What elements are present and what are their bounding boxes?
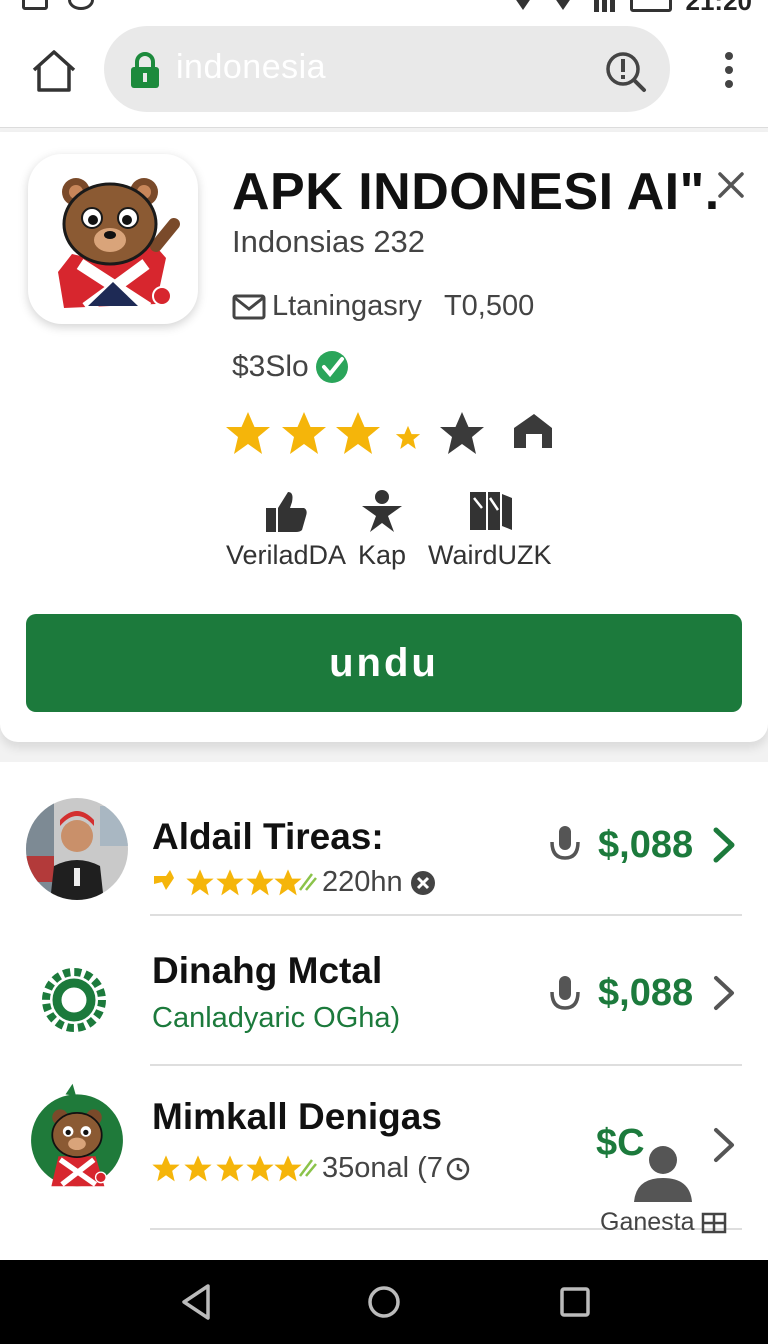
- star-icon: [226, 412, 270, 454]
- badge-label: Kap: [358, 540, 407, 570]
- star-small-icon: [395, 425, 421, 449]
- mail-icon: [232, 294, 266, 319]
- notification-icon: [22, 0, 48, 10]
- lock-icon: [131, 52, 159, 88]
- chevron-right-icon[interactable]: [710, 826, 736, 864]
- chevron-right-icon[interactable]: [710, 974, 736, 1012]
- microphone-icon[interactable]: [548, 824, 582, 864]
- item-rating: 220hn: [152, 866, 437, 899]
- person-icon: [634, 1146, 692, 1202]
- app-card: APK INDONESI AI". Indonsias 232 Ltaninga…: [0, 132, 768, 742]
- item-subtitle-row: Canladyaric OGha): [152, 1002, 400, 1035]
- back-icon[interactable]: [178, 1282, 214, 1322]
- search-info-icon[interactable]: [604, 50, 648, 94]
- rating-stars: [152, 1154, 317, 1181]
- signal-icon: [555, 0, 570, 10]
- item-title: Aldail Tireas:: [152, 816, 384, 857]
- home-nav-icon[interactable]: [366, 1282, 402, 1322]
- microphone-icon[interactable]: [548, 974, 582, 1014]
- bear-mascot-icon: [58, 178, 180, 314]
- verified-badge-icon: [315, 351, 348, 383]
- rating-stars: [154, 868, 317, 895]
- clock-icon: [446, 1157, 470, 1180]
- corner-label-row: Ganesta: [600, 1208, 727, 1237]
- cellular-icon: [593, 0, 615, 12]
- install-button[interactable]: undu: [26, 614, 742, 712]
- list-item[interactable]: Aldail Tireas: 220hn $,088: [0, 784, 768, 934]
- divider: [150, 1064, 742, 1066]
- status-time: 21:20: [686, 0, 753, 12]
- badge-logo-icon: [42, 968, 106, 1032]
- related-list: Aldail Tireas: 220hn $,088 Dinahg Mctal …: [0, 762, 768, 1260]
- item-subtitle: Canladyaric OGha): [152, 1002, 401, 1034]
- share-icon[interactable]: [514, 414, 552, 448]
- item-price: $,088: [598, 824, 694, 866]
- badges-row: VeriladDA Kap WairdUZK: [222, 488, 552, 578]
- avatar: [26, 798, 128, 900]
- recents-icon[interactable]: [558, 1284, 592, 1320]
- badge-label: VeriladDA: [226, 540, 347, 570]
- item-title: Dinahg Mctal: [152, 950, 383, 991]
- divider: [150, 914, 742, 916]
- corner-label: Ganesta: [600, 1208, 695, 1236]
- item-subtitle: 35onal (7: [322, 1152, 443, 1184]
- app-price: $3Slo: [232, 350, 309, 383]
- app-icon: [28, 154, 198, 324]
- bear-mascot-avatar-icon: [31, 1083, 123, 1187]
- app-title: APK INDONESI AI".: [232, 163, 720, 221]
- sync-icon: [68, 0, 94, 10]
- app-category: Ltaningasry: [272, 290, 422, 322]
- app-meta-row: Ltaningasry T0,500: [232, 290, 534, 323]
- app-developer[interactable]: Indonsias 232: [232, 224, 425, 260]
- overflow-menu-icon[interactable]: [718, 50, 740, 90]
- books-icon: [469, 492, 512, 530]
- home-icon[interactable]: [28, 46, 80, 96]
- app-price-row: $3Slo: [232, 346, 351, 388]
- grid-icon: [702, 1213, 727, 1234]
- item-price: $,088: [598, 972, 694, 1014]
- thumbs-up-icon: [266, 492, 307, 532]
- status-bar: 21:20: [0, 0, 768, 12]
- battery-icon: [629, 0, 672, 12]
- close-circle-icon: [410, 870, 435, 895]
- browser-toolbar: indonesia: [0, 12, 768, 128]
- list-item[interactable]: Dinahg Mctal Canladyaric OGha) $,088: [0, 934, 768, 1084]
- url-text: indonesia: [176, 48, 327, 86]
- badge-award: WairdUZK: [428, 488, 552, 571]
- item-rating: 35onal (7: [152, 1152, 471, 1185]
- star-empty-icon: [440, 412, 484, 454]
- badge-label: WairdUZK: [428, 540, 552, 570]
- person-star-icon: [362, 490, 403, 532]
- system-nav-bar: [0, 1260, 768, 1344]
- badge-kap: Kap: [358, 488, 406, 571]
- rating-stars: [226, 412, 552, 454]
- address-bar[interactable]: indonesia: [104, 26, 670, 112]
- star-icon: [282, 412, 326, 454]
- item-title: Mimkall Denigas: [152, 1096, 442, 1137]
- item-subtitle: 220hn: [322, 866, 403, 898]
- close-icon[interactable]: [714, 168, 748, 202]
- chevron-right-icon[interactable]: [710, 1126, 736, 1164]
- app-downloads: T0,500: [443, 290, 535, 322]
- badge-verified: VeriladDA: [226, 488, 346, 571]
- star-icon: [336, 412, 380, 454]
- wifi-icon: [515, 0, 530, 10]
